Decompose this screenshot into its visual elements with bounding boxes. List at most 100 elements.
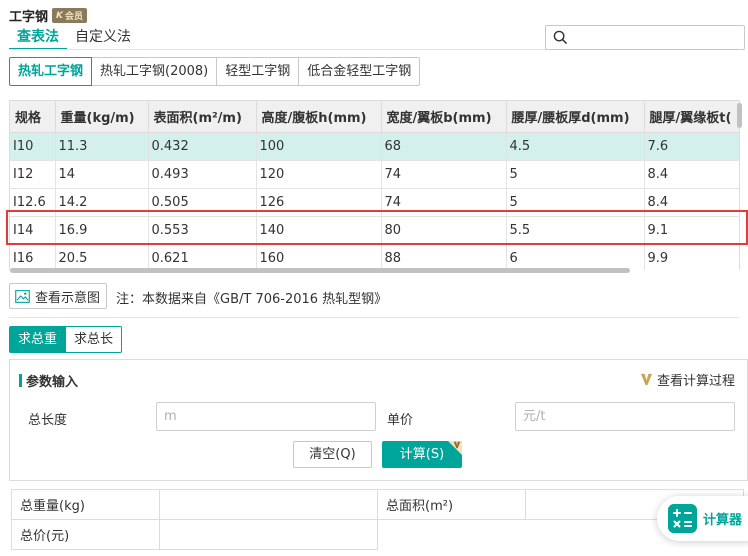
price-label: 单价 (387, 413, 414, 428)
table-cell: 8.4 (644, 188, 739, 217)
result-row: 总价(元) (11, 519, 744, 550)
total-price-label: 总价(元) (11, 519, 160, 550)
table-cell: 9.9 (644, 244, 739, 270)
total-price-value (159, 519, 378, 550)
vip-badge-label: 会员 (65, 12, 84, 22)
table-cell: I14 (10, 216, 56, 245)
table-cell: I12 (10, 160, 56, 189)
table-cell: 11.3 (55, 132, 149, 161)
mode-tabs: 查表法 自定义法 (9, 26, 139, 50)
table-cell: 68 (381, 132, 507, 161)
view-calc-process-link[interactable]: 查看计算过程 (640, 370, 735, 389)
tab-light[interactable]: 轻型工字钢 (216, 57, 300, 86)
table-row[interactable]: I10 11.3 0.432 100 68 4.5 7.6 (10, 132, 739, 161)
table-cell: 7.6 (644, 132, 739, 161)
search-input[interactable] (572, 28, 740, 47)
column-header[interactable]: 高度/腹板h(mm) (256, 101, 382, 133)
tab-lookup-table[interactable]: 查表法 (9, 26, 67, 50)
calculate-button-label: 计算(S) (399, 447, 445, 462)
steel-type-tabs: 热轧工字钢 热轧工字钢(2008) 轻型工字钢 低合金轻型工字钢 (9, 57, 421, 86)
table-cell: I12.6 (10, 188, 56, 217)
tab-low-alloy-light[interactable]: 低合金轻型工字钢 (298, 57, 421, 86)
title-row: 工字钢 K 会员 (9, 6, 88, 25)
total-weight-value (159, 489, 378, 520)
page-title: 工字钢 (9, 10, 49, 25)
view-diagram-label: 查看示意图 (35, 290, 101, 306)
length-input[interactable] (156, 402, 376, 431)
param-title: 参数输入 (19, 371, 78, 390)
table-cell: 0.432 (148, 132, 257, 161)
tab-total-weight[interactable]: 求总重 (9, 326, 67, 353)
horizontal-scrollbar[interactable] (10, 268, 630, 273)
view-calc-process-label: 查看计算过程 (656, 374, 735, 389)
vertical-scrollbar[interactable] (737, 103, 742, 128)
table-cell: 8.4 (644, 160, 739, 189)
vip-corner-icon (453, 441, 461, 449)
table-cell: I10 (10, 132, 56, 161)
table-cell: 20.5 (55, 244, 149, 270)
calc-tabs: 求总重 求总长 (9, 326, 123, 353)
table-cell: 6 (506, 244, 645, 270)
table-cell: 140 (256, 216, 382, 245)
table-cell: 5 (506, 160, 645, 189)
table-cell: 160 (256, 244, 382, 270)
tab-hot-rolled-2008[interactable]: 热轧工字钢(2008) (91, 57, 218, 86)
table-row[interactable]: I12 14 0.493 120 74 5 8.4 (10, 160, 739, 189)
tab-hot-rolled[interactable]: 热轧工字钢 (9, 57, 93, 86)
calculate-button[interactable]: 计算(S) (382, 441, 462, 468)
table-cell: 5.5 (506, 216, 645, 245)
length-label: 总长度 (28, 413, 68, 428)
column-header[interactable]: 宽度/翼板b(mm) (381, 101, 507, 133)
total-area-label: 总面积(m²) (377, 489, 526, 520)
param-panel: 参数输入 查看计算过程 总长度 单价 清空(Q) 计算(S) (9, 359, 748, 481)
spec-table-container: 规格 重量(kg/m) 表面积(m²/m) 高度/腹板h(mm) 宽度/翼板b(mm) 腰… (9, 100, 740, 270)
calculator-float-button[interactable]: 计算器 (657, 496, 748, 541)
table-cell: 126 (256, 188, 382, 217)
clear-button[interactable]: 清空(Q) (293, 441, 372, 468)
table-cell: I16 (10, 244, 56, 270)
table-header-row: 规格 重量(kg/m) 表面积(m²/m) 高度/腹板h(mm) 宽度/翼板b(mm) 腰… (10, 101, 739, 133)
column-header[interactable]: 规格 (10, 101, 56, 133)
table-cell: 120 (256, 160, 382, 189)
table-cell: 88 (381, 244, 507, 270)
table-cell: 9.1 (644, 216, 739, 245)
vip-badge-mark: K (56, 10, 63, 21)
table-cell: 4.5 (506, 132, 645, 161)
tab-custom[interactable]: 自定义法 (67, 26, 139, 50)
table-cell: 0.505 (148, 188, 257, 217)
table-cell: 0.493 (148, 160, 257, 189)
calculator-icon (668, 504, 697, 533)
table-cell: 5 (506, 188, 645, 217)
table-cell: 0.553 (148, 216, 257, 245)
picture-icon (15, 289, 30, 303)
column-header[interactable]: 腰厚/腰板厚d(mm) (506, 101, 645, 133)
column-header[interactable]: 表面积(m²/m) (148, 101, 257, 133)
table-cell: 80 (381, 216, 507, 245)
column-header[interactable]: 腿厚/翼缘板t( (644, 101, 739, 133)
table-cell: 74 (381, 188, 507, 217)
spec-table: 规格 重量(kg/m) 表面积(m²/m) 高度/腹板h(mm) 宽度/翼板b(mm) 腰… (10, 101, 739, 270)
section-divider (9, 317, 739, 318)
price-input[interactable] (515, 402, 735, 431)
result-row: 总重量(kg) 总面积(m²) (11, 489, 744, 520)
calculator-float-label: 计算器 (703, 513, 743, 528)
search-icon (553, 30, 568, 45)
title-accent-bar (19, 374, 22, 387)
table-cell: 74 (381, 160, 507, 189)
vip-icon (640, 373, 653, 386)
view-diagram-button[interactable]: 查看示意图 (9, 283, 108, 309)
table-row[interactable]: I12.6 14.2 0.505 126 74 5 8.4 (10, 188, 739, 217)
data-source-note: 注：本数据来自《GB/T 706-2016 热轧型钢》 (116, 292, 388, 307)
table-row[interactable]: I14 16.9 0.553 140 80 5.5 9.1 (10, 216, 739, 245)
table-cell: 16.9 (55, 216, 149, 245)
total-weight-label: 总重量(kg) (11, 489, 160, 520)
tab-total-length[interactable]: 求总长 (66, 326, 123, 353)
result-table: 总重量(kg) 总面积(m²) 总价(元) (11, 489, 744, 550)
table-row[interactable]: I16 20.5 0.621 160 88 6 9.9 (10, 244, 739, 270)
param-title-text: 参数输入 (26, 375, 79, 390)
table-cell: 14.2 (55, 188, 149, 217)
search-box[interactable] (545, 25, 745, 50)
column-header[interactable]: 重量(kg/m) (55, 101, 149, 133)
vip-badge: K 会员 (52, 8, 88, 23)
table-cell: 14 (55, 160, 149, 189)
